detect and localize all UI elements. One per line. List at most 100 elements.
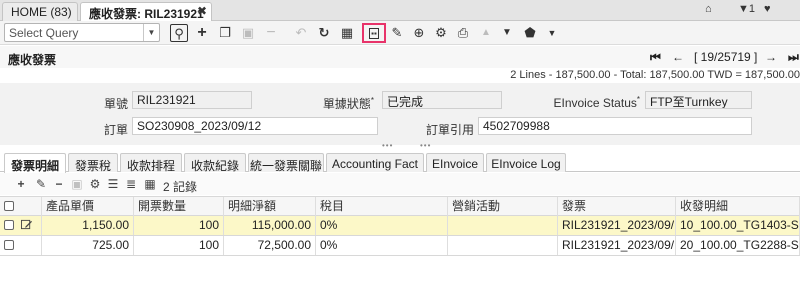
previous-record-icon[interactable]: ← bbox=[672, 50, 684, 64]
col-header-qty[interactable]: 開票數量 bbox=[134, 197, 224, 216]
row-select-cell bbox=[0, 216, 42, 235]
edit-row-icon[interactable] bbox=[21, 219, 33, 230]
delete-icon[interactable]: − bbox=[262, 24, 280, 42]
new-record-icon[interactable]: + bbox=[193, 24, 211, 42]
table-header: 產品單價 開票數量 明細淨額 稅目 營銷活動 發票 收發明細 bbox=[0, 196, 800, 216]
cell-tax[interactable]: 0% bbox=[316, 236, 448, 255]
tab-uniform-invoice[interactable]: 統一發票關聯 bbox=[248, 153, 324, 173]
customize-icon[interactable]: ☰ bbox=[106, 177, 120, 191]
record-navigator: [ 19/25719 ] bbox=[694, 50, 758, 64]
refresh-icon[interactable]: ↻ bbox=[315, 24, 333, 42]
cell-price[interactable]: 1,150.00 bbox=[42, 216, 134, 235]
cell-qty[interactable]: 100 bbox=[134, 216, 224, 235]
tag-icon[interactable]: ⬟ bbox=[521, 24, 539, 42]
order-ref-field[interactable]: 4502709988 bbox=[478, 117, 752, 135]
tab-einvoice[interactable]: EInvoice bbox=[426, 153, 484, 172]
close-icon[interactable]: ✖ bbox=[197, 4, 207, 18]
cell-net[interactable]: 115,000.00 bbox=[224, 216, 316, 235]
order-label: 訂單 bbox=[103, 123, 128, 137]
detail-toolbar: + ✎ − ▣ ⚙ ☰ ≣ ▦ 2 記錄 bbox=[0, 173, 800, 195]
page-title: 應收發票 bbox=[8, 53, 57, 67]
collapse-handle[interactable]: ••• bbox=[420, 141, 431, 150]
list-icon[interactable]: ≣ bbox=[124, 177, 138, 191]
required-mark: * bbox=[636, 95, 640, 104]
doc-status-field[interactable]: 已完成 bbox=[382, 91, 502, 109]
cell-receipt[interactable]: 20_100.00_TG2288-S... bbox=[676, 236, 800, 255]
tab-invoice-lines[interactable]: 發票明細 bbox=[4, 153, 66, 173]
query-select[interactable]: ▼ bbox=[4, 23, 160, 42]
doc-no-field[interactable]: RIL231921 bbox=[132, 91, 252, 109]
row-select-cell bbox=[0, 236, 42, 255]
delete-line-icon[interactable]: − bbox=[52, 177, 66, 191]
window-menu-button[interactable]: ▼1 bbox=[738, 3, 755, 15]
first-record-icon[interactable]: ⏮ bbox=[650, 50, 661, 65]
select-all-cell bbox=[0, 197, 42, 216]
next-record-icon[interactable]: → bbox=[765, 50, 777, 64]
row-checkbox[interactable] bbox=[4, 219, 14, 230]
col-header-invoice[interactable]: 發票 bbox=[558, 197, 676, 216]
settings-icon[interactable]: ⚙ bbox=[432, 24, 450, 42]
doc-no-label: 單號 bbox=[103, 97, 128, 111]
attachment-icon[interactable]: ✎ bbox=[388, 24, 406, 42]
cell-net[interactable]: 72,500.00 bbox=[224, 236, 316, 255]
home-icon[interactable]: ⌂ bbox=[705, 3, 712, 15]
detail-tab-bar: 發票明細 發票稅 收款排程 收款紀錄 統一發票關聯 Accounting Fac… bbox=[0, 152, 800, 173]
select-all-checkbox[interactable] bbox=[4, 200, 14, 211]
tab-einvoice-log[interactable]: EInvoice Log bbox=[486, 153, 566, 172]
cell-tax[interactable]: 0% bbox=[316, 216, 448, 235]
record-summary: 2 Lines - 187,500.00 - Total: 187,500.00… bbox=[510, 69, 800, 81]
order-ref-label: 訂單引用 bbox=[425, 123, 474, 137]
main-toolbar: ▼ ⚲ + ❐ ▣ − ↶ ↻ ▦ ▪▪ ✎ ⊕ ⚙ ⎙ ▲ ▼ ⬟ ▼ bbox=[0, 21, 800, 45]
detail-record-icon[interactable]: ▼ bbox=[498, 24, 516, 42]
tab-accounting-fact[interactable]: Accounting Fact bbox=[326, 153, 424, 172]
tab-home-label: HOME (83) bbox=[11, 5, 72, 19]
col-header-campaign[interactable]: 營銷活動 bbox=[448, 197, 558, 216]
cell-invoice[interactable]: RIL231921_2023/09/... bbox=[558, 216, 676, 235]
print-icon[interactable]: ⎙ bbox=[454, 24, 472, 42]
query-input[interactable] bbox=[5, 24, 143, 41]
tab-invoice-tax[interactable]: 發票稅 bbox=[68, 153, 118, 173]
einvoice-status-label: EInvoice Status* bbox=[553, 95, 640, 110]
tab-payment-records[interactable]: 收款紀錄 bbox=[184, 153, 246, 173]
einvoice-icon[interactable]: ▪▪ bbox=[362, 23, 386, 43]
einvoice-status-field[interactable]: FTP至Turnkey bbox=[645, 91, 752, 109]
table-row[interactable]: 1,150.00 100 115,000.00 0% RIL231921_202… bbox=[0, 216, 800, 236]
chevron-down-icon[interactable]: ▼ bbox=[143, 24, 159, 41]
zoom-icon[interactable]: ⊕ bbox=[410, 24, 428, 42]
search-icon[interactable]: ⚲ bbox=[170, 24, 188, 42]
tab-invoice[interactable]: 應收發票: RIL231921 ✖ bbox=[80, 2, 212, 22]
cell-qty[interactable]: 100 bbox=[134, 236, 224, 255]
col-header-tax[interactable]: 稅目 bbox=[316, 197, 448, 216]
save-icon[interactable]: ▣ bbox=[239, 24, 257, 42]
col-header-receipt[interactable]: 收發明細 bbox=[676, 197, 800, 216]
cell-invoice[interactable]: RIL231921_2023/09/... bbox=[558, 236, 676, 255]
grid-view-icon[interactable]: ▦ bbox=[143, 177, 157, 191]
copy-icon[interactable]: ❐ bbox=[216, 24, 234, 42]
table-row[interactable]: 725.00 100 72,500.00 0% RIL231921_2023/0… bbox=[0, 236, 800, 256]
more-icon[interactable]: ▼ bbox=[543, 24, 561, 42]
tab-invoice-label: 應收發票: RIL231921 bbox=[89, 7, 204, 21]
row-checkbox[interactable] bbox=[4, 239, 14, 250]
order-field[interactable]: SO230908_2023/09/12 bbox=[132, 117, 378, 135]
line-settings-icon[interactable]: ⚙ bbox=[88, 177, 102, 191]
cell-price[interactable]: 725.00 bbox=[42, 236, 134, 255]
window-tab-bar: HOME (83) 應收發票: RIL231921 ✖ ⌂ ▼1 ♥ bbox=[0, 0, 800, 22]
save-line-icon[interactable]: ▣ bbox=[70, 177, 84, 191]
undo-icon[interactable]: ↶ bbox=[292, 24, 310, 42]
tab-home[interactable]: HOME (83) bbox=[2, 2, 78, 21]
splitter-handle[interactable]: ••• bbox=[382, 141, 393, 150]
tab-payment-schedule[interactable]: 收款排程 bbox=[120, 153, 182, 173]
col-header-net[interactable]: 明細淨額 bbox=[224, 197, 316, 216]
parent-record-icon[interactable]: ▲ bbox=[477, 24, 495, 42]
grid-toggle-icon[interactable]: ▦ bbox=[338, 24, 356, 42]
col-header-price[interactable]: 產品單價 bbox=[42, 197, 134, 216]
add-line-icon[interactable]: + bbox=[14, 177, 28, 191]
header-bar: 應收發票 ⏮ ← [ 19/25719 ] → ⏭ bbox=[0, 46, 800, 68]
cell-receipt[interactable]: 10_100.00_TG1403-S... bbox=[676, 216, 800, 235]
favorite-icon[interactable]: ♥ bbox=[764, 3, 771, 15]
doc-status-label: 單據狀態* bbox=[322, 96, 374, 111]
last-record-icon[interactable]: ⏭ bbox=[788, 50, 799, 65]
cell-campaign[interactable] bbox=[448, 236, 558, 255]
edit-line-icon[interactable]: ✎ bbox=[34, 177, 48, 191]
cell-campaign[interactable] bbox=[448, 216, 558, 235]
